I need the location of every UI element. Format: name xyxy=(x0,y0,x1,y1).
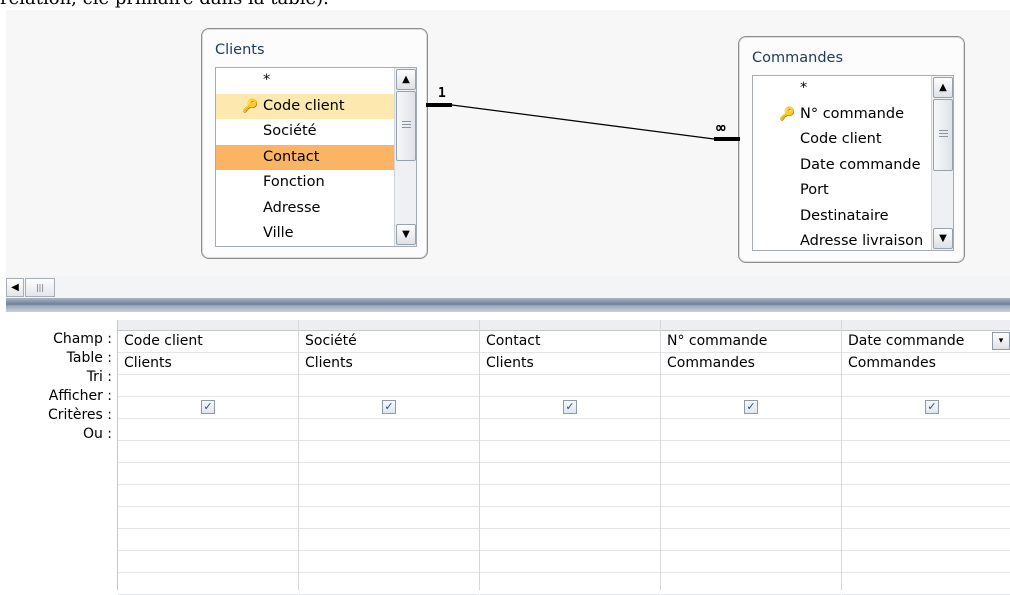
cell-text: Code client xyxy=(124,333,203,349)
row-label-afficher: Afficher : xyxy=(48,388,112,404)
grid-empty-row-line xyxy=(118,572,298,573)
show-checkbox[interactable]: ✓ xyxy=(744,400,758,414)
grid-cell-tri[interactable] xyxy=(842,374,1010,397)
show-checkbox[interactable]: ✓ xyxy=(382,400,396,414)
grid-empty-row-line xyxy=(480,484,660,485)
grid-cell-table[interactable]: Clients xyxy=(480,352,660,375)
grid-cell-table[interactable]: Commandes xyxy=(661,352,841,375)
show-checkbox[interactable]: ✓ xyxy=(925,400,939,414)
grid-empty-row-line xyxy=(661,484,841,485)
grid-cell-criteres[interactable] xyxy=(299,418,479,441)
grid-empty-row-line xyxy=(661,528,841,529)
cell-text: Clients xyxy=(305,355,353,371)
cell-text: Commandes xyxy=(848,355,936,371)
cell-text: Clients xyxy=(124,355,172,371)
grid-empty-row-line xyxy=(480,572,660,573)
grid-cell-ou[interactable] xyxy=(480,440,660,463)
grid-empty-row-line xyxy=(480,550,660,551)
grid-cell-afficher[interactable]: ✓ xyxy=(299,396,479,419)
grid-cell-afficher[interactable]: ✓ xyxy=(118,396,298,419)
check-icon: ✓ xyxy=(384,400,394,413)
grid-empty-row-line xyxy=(661,572,841,573)
grid-column[interactable]: Date commande ▾ Commandes ✓ xyxy=(842,320,1010,595)
grid-cell-afficher[interactable]: ✓ xyxy=(480,396,660,419)
grid-empty-row-line xyxy=(842,484,1010,485)
show-checkbox[interactable]: ✓ xyxy=(201,400,215,414)
grid-cell-criteres[interactable] xyxy=(661,418,841,441)
grid-column[interactable]: Code client Clients ✓ xyxy=(118,320,299,595)
row-label-ou: Ou : xyxy=(82,426,112,442)
grid-cell-ou[interactable] xyxy=(118,440,298,463)
grid-cell-tri[interactable] xyxy=(661,374,841,397)
relationship-many-label: ∞ xyxy=(716,118,726,137)
grid-cell-champ[interactable]: Date commande ▾ xyxy=(842,330,1010,353)
dropdown-arrow-icon: ▾ xyxy=(998,336,1004,346)
grid-cell-tri[interactable] xyxy=(480,374,660,397)
grid-cell-table[interactable]: Commandes xyxy=(842,352,1010,375)
grid-cell-tri[interactable] xyxy=(299,374,479,397)
grid-empty-row-line xyxy=(661,550,841,551)
check-icon: ✓ xyxy=(746,400,756,413)
row-label-champ: Champ : xyxy=(53,331,112,347)
grid-empty-row-line xyxy=(299,528,479,529)
grid-empty-row-line xyxy=(480,528,660,529)
cell-text: Contact xyxy=(486,333,541,349)
cell-text: Clients xyxy=(486,355,534,371)
grid-empty-row-line xyxy=(842,572,1010,573)
query-design-grid[interactable]: Code client Clients ✓ Société Clients ✓ Contac… xyxy=(117,320,1010,595)
grid-column[interactable]: N° commande Commandes ✓ xyxy=(661,320,842,595)
grid-cell-ou[interactable] xyxy=(661,440,841,463)
grid-empty-row-line xyxy=(118,484,298,485)
grid-cell-table[interactable]: Clients xyxy=(118,352,298,375)
grid-empty-row-line xyxy=(842,528,1010,529)
cell-text: Date commande xyxy=(848,333,965,349)
field-dropdown-icon[interactable]: ▾ xyxy=(992,332,1010,350)
cell-text: Société xyxy=(305,333,357,349)
grid-empty-row-line xyxy=(299,572,479,573)
grid-empty-row-line xyxy=(118,550,298,551)
grid-cell-criteres[interactable] xyxy=(118,418,298,441)
grid-cell-ou[interactable] xyxy=(299,440,479,463)
grid-column[interactable]: Contact Clients ✓ xyxy=(480,320,661,595)
row-label-table: Table : xyxy=(66,350,112,366)
grid-cell-afficher[interactable]: ✓ xyxy=(661,396,841,419)
grid-cell-tri[interactable] xyxy=(118,374,298,397)
check-icon: ✓ xyxy=(203,400,213,413)
relationship-join-line[interactable] xyxy=(0,0,1010,300)
pane-splitter[interactable] xyxy=(6,298,1010,312)
check-icon: ✓ xyxy=(927,400,937,413)
grid-cell-champ[interactable]: Société xyxy=(299,330,479,353)
grid-cell-champ[interactable]: Contact xyxy=(480,330,660,353)
grid-empty-row-line xyxy=(661,506,841,507)
row-label-tri: Tri : xyxy=(86,369,112,385)
grid-cell-table[interactable]: Clients xyxy=(299,352,479,375)
grid-cell-afficher[interactable]: ✓ xyxy=(842,396,1010,419)
row-label-criteres: Critères : xyxy=(47,407,112,423)
grid-empty-row-line xyxy=(299,484,479,485)
grid-cell-criteres[interactable] xyxy=(480,418,660,441)
grid-cell-champ[interactable]: Code client xyxy=(118,330,298,353)
scroll-thumb-grip-icon[interactable]: ||| xyxy=(25,278,55,297)
check-icon: ✓ xyxy=(565,400,575,413)
scroll-left-icon[interactable]: ◀ xyxy=(6,278,24,297)
grid-column[interactable]: Société Clients ✓ xyxy=(299,320,480,595)
grid-empty-row-line xyxy=(842,550,1010,551)
grid-cell-champ[interactable]: N° commande xyxy=(661,330,841,353)
cell-text: Commandes xyxy=(667,355,755,371)
grid-empty-row-line xyxy=(480,506,660,507)
design-horizontal-scrollbar[interactable]: ◀ ||| xyxy=(6,276,1010,298)
relationship-one-label: 1 xyxy=(438,86,446,101)
grid-empty-row-line xyxy=(842,506,1010,507)
grid-empty-row-line xyxy=(299,550,479,551)
cell-text: N° commande xyxy=(667,333,768,349)
grid-cell-criteres[interactable] xyxy=(842,418,1010,441)
grid-empty-row-line xyxy=(118,528,298,529)
grid-cell-ou[interactable] xyxy=(842,440,1010,463)
grid-empty-row-line xyxy=(118,506,298,507)
grid-row-labels: Champ : Table : Tri : Afficher : Critère… xyxy=(6,330,112,444)
show-checkbox[interactable]: ✓ xyxy=(563,400,577,414)
grid-empty-row-line xyxy=(299,506,479,507)
